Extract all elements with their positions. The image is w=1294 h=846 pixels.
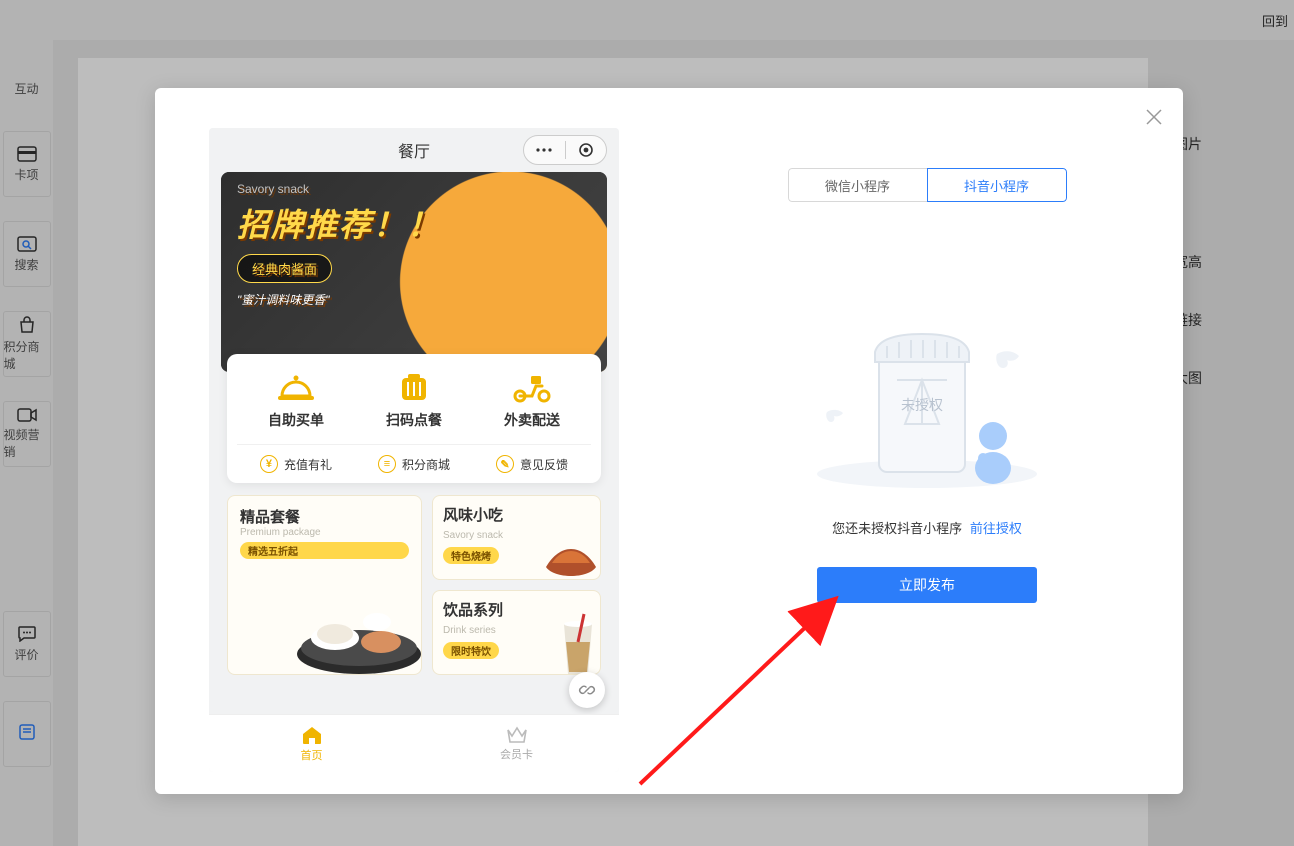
tab-label: 会员卡 <box>500 746 533 762</box>
subservice-recharge[interactable]: ¥充值有礼 <box>260 455 332 473</box>
home-icon <box>301 725 323 745</box>
category-tag: 精选五折起 <box>240 542 409 559</box>
tab-label: 首页 <box>301 747 323 763</box>
banner-subline: "蜜汁调料味更香" <box>237 291 441 308</box>
unauthorized-illustration: 未授权 <box>797 292 1057 492</box>
drink-icon <box>548 612 601 675</box>
subservice-label: 充值有礼 <box>284 456 332 473</box>
suitcase-icon <box>396 370 432 404</box>
services-card: 自助买单 扫码点餐 外卖配送 ¥充值有礼 ≡积分商城 ✎意见反馈 <box>227 354 601 483</box>
link-floating-button[interactable] <box>569 672 605 708</box>
subservice-feedback[interactable]: ✎意见反馈 <box>496 455 568 473</box>
category-sub: Drink series <box>443 625 496 636</box>
phone-preview: 餐厅 Savory snack 招牌推荐！！ 经典肉酱面 <box>209 128 619 772</box>
link-icon <box>578 681 596 699</box>
tab-member[interactable]: 会员卡 <box>414 715 619 772</box>
category-drinks[interactable]: 饮品系列 Drink series 限时特饮 <box>432 590 601 675</box>
publish-modal: 餐厅 Savory snack 招牌推荐！！ 经典肉酱面 <box>155 88 1183 794</box>
category-snack[interactable]: 风味小吃 Savory snack 特色烧烤 <box>432 495 601 580</box>
category-row: 精品套餐 Premium package 精选五折起 风味小吃 Savory s… <box>209 495 619 675</box>
empty-badge-text: 未授权 <box>901 397 943 413</box>
scooter-icon <box>511 370 553 404</box>
category-title: 风味小吃 <box>443 507 503 524</box>
dish-cover-icon <box>276 370 316 404</box>
banner-headline: 招牌推荐！！ <box>237 207 441 243</box>
category-sub: Savory snack <box>443 530 503 541</box>
platform-tab-douyin[interactable]: 抖音小程序 <box>927 168 1067 202</box>
tab-home[interactable]: 首页 <box>209 715 414 772</box>
subservice-label: 意见反馈 <box>520 456 568 473</box>
category-title: 精品套餐 <box>240 506 409 527</box>
close-icon <box>1143 106 1165 128</box>
auth-message: 您还未授权抖音小程序 <box>832 521 962 536</box>
service-label: 扫码点餐 <box>386 410 442 430</box>
crown-icon <box>506 726 528 744</box>
service-label: 自助买单 <box>268 410 324 430</box>
close-button[interactable] <box>1143 106 1165 128</box>
category-tag: 特色烧烤 <box>443 547 499 564</box>
platform-tab-wechat[interactable]: 微信小程序 <box>788 168 928 202</box>
tabbar: 首页 会员卡 <box>209 714 619 772</box>
auth-message-row: 您还未授权抖音小程序 前往授权 <box>832 518 1022 537</box>
category-tag: 限时特饮 <box>443 642 499 659</box>
category-sub: Premium package <box>240 527 409 538</box>
preview-pane: 餐厅 Savory snack 招牌推荐！！ 经典肉酱面 <box>155 88 671 794</box>
target-icon[interactable] <box>566 142 607 158</box>
hero-banner[interactable]: Savory snack 招牌推荐！！ 经典肉酱面 "蜜汁调料味更香" <box>221 172 607 372</box>
subservice-label: 积分商城 <box>402 456 450 473</box>
category-premium[interactable]: 精品套餐 Premium package 精选五折起 <box>227 495 422 675</box>
bbq-icon <box>534 527 601 580</box>
category-title: 饮品系列 <box>443 602 503 619</box>
service-label: 外卖配送 <box>504 410 560 430</box>
set-meal-icon <box>289 572 422 675</box>
service-selfpay[interactable]: 自助买单 <box>268 370 324 430</box>
service-scan[interactable]: 扫码点餐 <box>386 370 442 430</box>
auth-link[interactable]: 前往授权 <box>970 521 1022 536</box>
more-icon[interactable] <box>524 148 565 152</box>
banner-brand: Savory snack <box>237 182 441 196</box>
publish-button[interactable]: 立即发布 <box>817 567 1037 603</box>
capsule-buttons[interactable] <box>523 135 607 165</box>
service-delivery[interactable]: 外卖配送 <box>504 370 560 430</box>
phone-statusbar: 餐厅 <box>209 128 619 172</box>
platform-tabs: 微信小程序 抖音小程序 <box>788 168 1067 202</box>
banner-badge: 经典肉酱面 <box>237 254 332 283</box>
app-title: 餐厅 <box>305 138 523 162</box>
auth-pane: 微信小程序 抖音小程序 未授权 您还未授权抖音小程序 前往授权 立即发布 <box>671 88 1183 794</box>
subservice-mall[interactable]: ≡积分商城 <box>378 455 450 473</box>
